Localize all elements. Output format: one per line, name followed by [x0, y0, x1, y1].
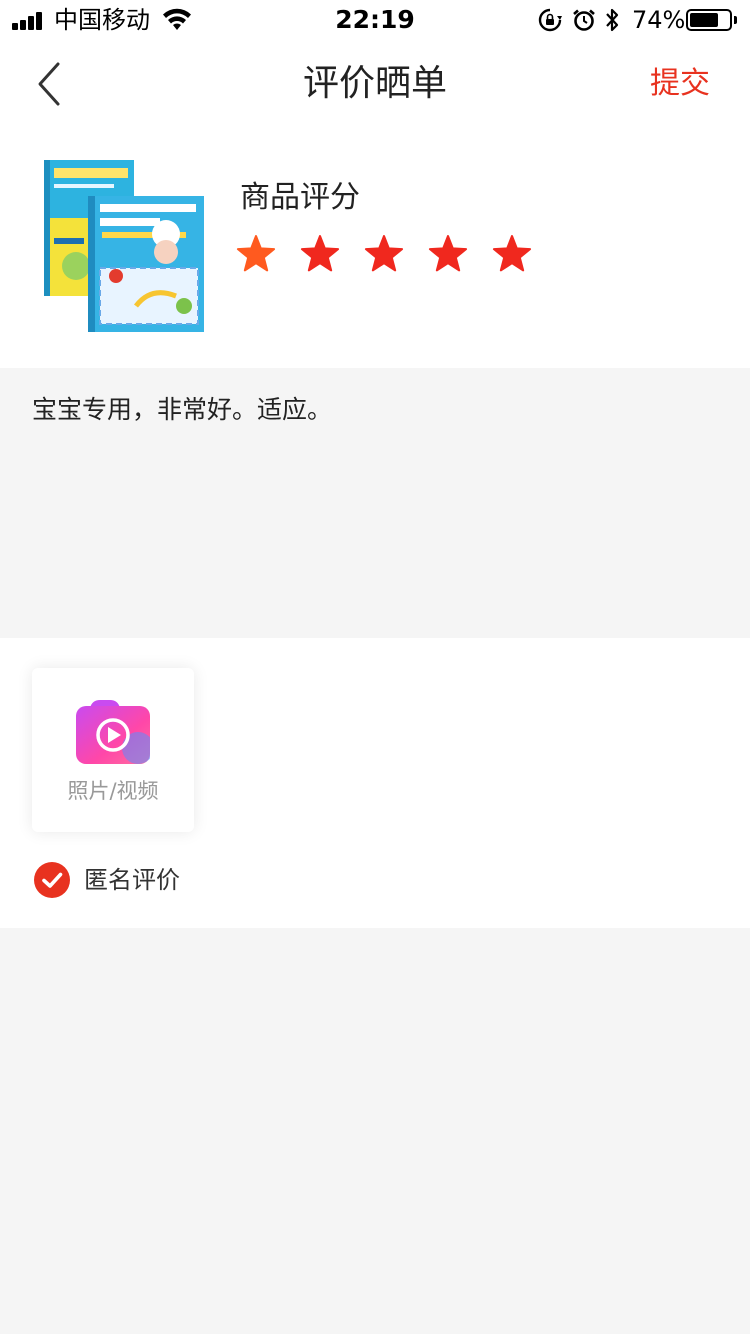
- anonymous-toggle[interactable]: 匿名评价: [32, 860, 232, 900]
- checkmark-circle-icon[interactable]: [34, 862, 70, 898]
- star-icon[interactable]: [300, 234, 340, 274]
- upload-media-button[interactable]: 照片/视频: [32, 668, 194, 832]
- media-section: 照片/视频 匿名评价: [0, 638, 750, 928]
- battery-fill: [690, 13, 718, 27]
- book-cover-image: [44, 160, 204, 332]
- review-textarea[interactable]: 宝宝专用，非常好。适应。: [32, 392, 722, 428]
- battery-percent: 74%: [632, 6, 686, 34]
- anonymous-label: 匿名评价: [84, 866, 180, 894]
- star-icon[interactable]: [492, 234, 532, 274]
- product-section: 商品评分: [0, 128, 750, 368]
- rotation-lock-icon: [538, 8, 562, 32]
- camera-video-icon: [76, 700, 150, 764]
- status-bar: 中国移动 22:19 74%: [0, 0, 750, 40]
- star-icon[interactable]: [364, 234, 404, 274]
- review-section: 宝宝专用，非常好。适应。: [0, 368, 750, 638]
- rating-label: 商品评分: [240, 180, 360, 215]
- star-icon[interactable]: [428, 234, 468, 274]
- battery-cap: [734, 16, 737, 24]
- star-rating: [236, 234, 556, 274]
- upload-label: 照片/视频: [67, 779, 159, 803]
- page-title: 评价晒单: [302, 63, 447, 104]
- submit-button[interactable]: 提交: [650, 64, 710, 104]
- battery-icon: [686, 9, 732, 31]
- nav-bar: 评价晒单 提交: [0, 40, 750, 128]
- alarm-icon: [573, 9, 595, 31]
- bluetooth-icon: [606, 8, 619, 32]
- star-icon[interactable]: [236, 234, 276, 274]
